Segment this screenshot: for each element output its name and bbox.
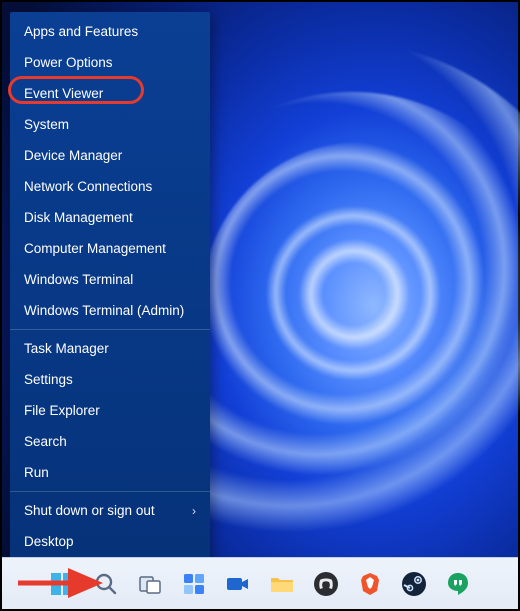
search-icon — [94, 572, 118, 596]
menu-item-label: Network Connections — [24, 179, 152, 194]
camera-icon — [225, 571, 251, 597]
winx-power-menu: Apps and Features Power Options Event View… — [10, 12, 210, 561]
menu-item-label: Settings — [24, 372, 73, 387]
app-hangouts[interactable] — [443, 569, 473, 599]
menu-separator — [10, 329, 210, 330]
menu-item-event-viewer[interactable]: Event Viewer — [10, 78, 210, 109]
menu-item-computer-management[interactable]: Computer Management — [10, 233, 210, 264]
menu-item-label: Run — [24, 465, 49, 480]
menu-item-label: Computer Management — [24, 241, 166, 256]
task-view-icon — [138, 572, 162, 596]
app-discord[interactable] — [311, 569, 341, 599]
menu-item-disk-management[interactable]: Disk Management — [10, 202, 210, 233]
menu-item-label: Shut down or sign out — [24, 503, 155, 518]
menu-item-windows-terminal[interactable]: Windows Terminal — [10, 264, 210, 295]
menu-item-windows-terminal-admin[interactable]: Windows Terminal (Admin) — [10, 295, 210, 326]
menu-item-label: System — [24, 117, 69, 132]
menu-item-task-manager[interactable]: Task Manager — [10, 333, 210, 364]
task-view-button[interactable] — [135, 569, 165, 599]
taskbar — [2, 557, 518, 609]
app-brave[interactable] — [355, 569, 385, 599]
menu-item-shut-down-or-sign-out[interactable]: Shut down or sign out › — [10, 495, 210, 526]
discord-icon — [313, 571, 339, 597]
chevron-right-icon: › — [192, 504, 196, 518]
menu-item-label: Windows Terminal (Admin) — [24, 303, 184, 318]
menu-item-file-explorer[interactable]: File Explorer — [10, 395, 210, 426]
menu-item-network-connections[interactable]: Network Connections — [10, 171, 210, 202]
menu-item-label: Task Manager — [24, 341, 109, 356]
widgets-button[interactable] — [179, 569, 209, 599]
app-video[interactable] — [223, 569, 253, 599]
menu-item-desktop[interactable]: Desktop — [10, 526, 210, 557]
hangouts-icon — [445, 571, 471, 597]
folder-icon — [269, 571, 295, 597]
start-button[interactable] — [47, 569, 77, 599]
menu-item-system[interactable]: System — [10, 109, 210, 140]
brave-icon — [357, 571, 383, 597]
menu-item-label: Search — [24, 434, 67, 449]
menu-item-search[interactable]: Search — [10, 426, 210, 457]
menu-item-device-manager[interactable]: Device Manager — [10, 140, 210, 171]
search-button[interactable] — [91, 569, 121, 599]
menu-item-label: Desktop — [24, 534, 74, 549]
steam-icon — [401, 571, 427, 597]
wallpaper-swirl — [287, 227, 427, 367]
menu-item-label: Apps and Features — [24, 24, 138, 39]
desktop-screen: Apps and Features Power Options Event View… — [0, 0, 520, 611]
menu-item-apps-and-features[interactable]: Apps and Features — [10, 16, 210, 47]
menu-separator — [10, 491, 210, 492]
app-steam[interactable] — [399, 569, 429, 599]
menu-item-label: File Explorer — [24, 403, 100, 418]
menu-item-label: Windows Terminal — [24, 272, 133, 287]
wallpaper-swirl — [252, 192, 472, 412]
menu-item-label: Event Viewer — [24, 86, 103, 101]
menu-item-run[interactable]: Run — [10, 457, 210, 488]
menu-item-label: Power Options — [24, 55, 113, 70]
widgets-icon — [182, 572, 206, 596]
menu-item-label: Device Manager — [24, 148, 122, 163]
menu-item-power-options[interactable]: Power Options — [10, 47, 210, 78]
windows-logo-icon — [49, 571, 75, 597]
wallpaper-swirl — [202, 142, 520, 462]
app-file-explorer[interactable] — [267, 569, 297, 599]
menu-item-label: Disk Management — [24, 210, 133, 225]
menu-item-settings[interactable]: Settings — [10, 364, 210, 395]
